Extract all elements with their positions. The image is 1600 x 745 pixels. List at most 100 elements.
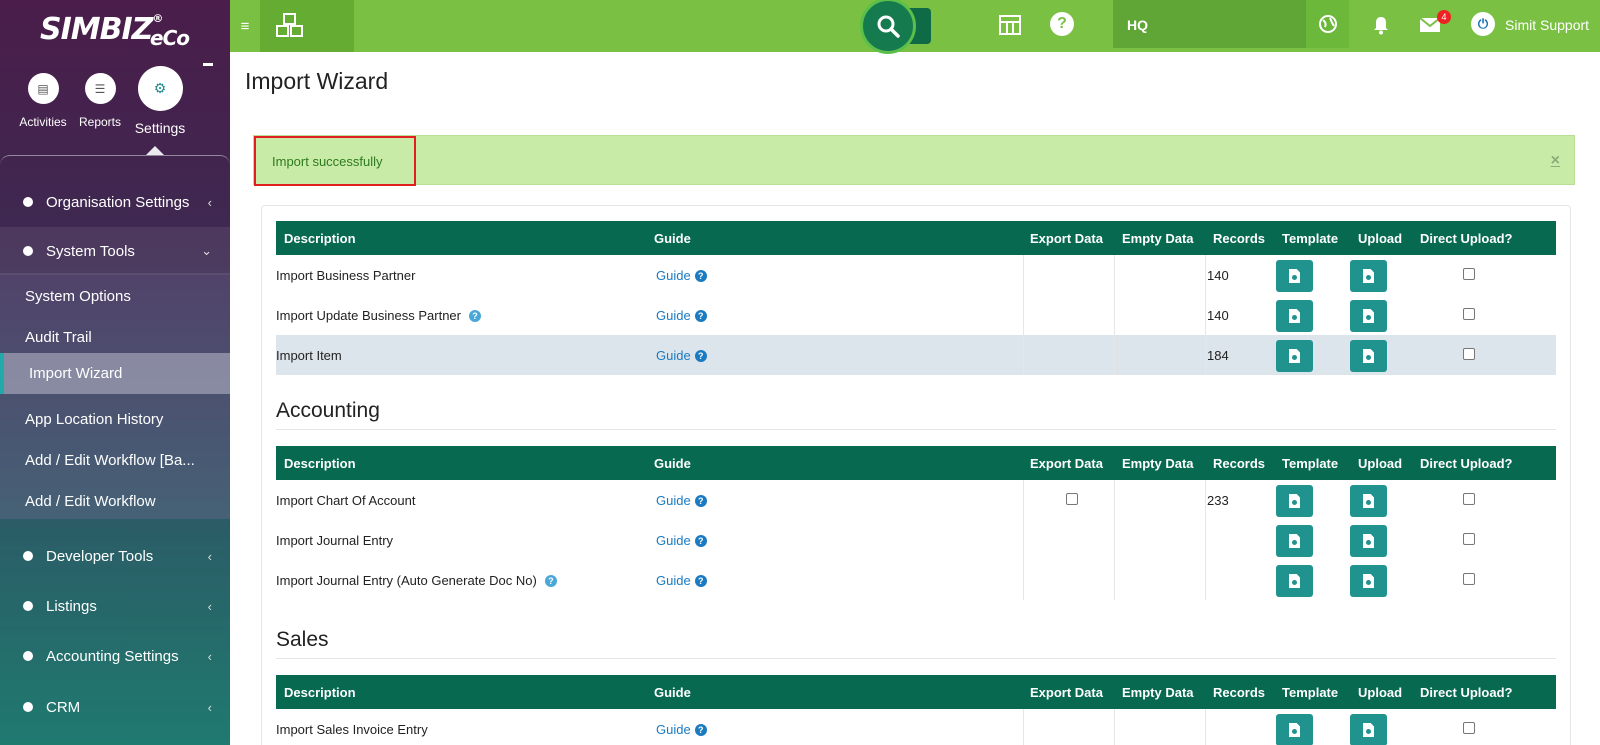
file-template-icon bbox=[1289, 349, 1300, 363]
file-upload-icon bbox=[1363, 269, 1374, 283]
direct-upload-checkbox[interactable] bbox=[1463, 573, 1475, 585]
template-download-button[interactable] bbox=[1276, 260, 1313, 292]
file-upload-icon bbox=[1363, 349, 1374, 363]
guide-link[interactable]: Guide? bbox=[656, 533, 707, 548]
direct-upload-checkbox[interactable] bbox=[1463, 268, 1475, 280]
sidebar-subitem-add-edit-workflow[interactable]: Add / Edit Workflow bbox=[0, 481, 230, 522]
direct-upload-checkbox[interactable] bbox=[1463, 348, 1475, 360]
guide-link[interactable]: Guide? bbox=[656, 348, 707, 363]
sidebar-subitem-audit-trail[interactable]: Audit Trail bbox=[0, 317, 230, 358]
export-data-checkbox[interactable] bbox=[1066, 493, 1078, 505]
chevron-left-icon: ‹ bbox=[207, 598, 212, 614]
sidebar-item-system-tools[interactable]: System Tools ⌄ bbox=[0, 227, 230, 275]
globe-icon[interactable] bbox=[1306, 0, 1349, 48]
sidebar-subitem-system-options[interactable]: System Options bbox=[0, 276, 230, 317]
search-icon[interactable] bbox=[860, 0, 916, 54]
sidebar-item-crm[interactable]: CRM ‹ bbox=[0, 683, 230, 731]
column-header: Direct Upload? bbox=[1420, 456, 1513, 471]
column-header: Export Data bbox=[1030, 456, 1103, 471]
bullet-icon bbox=[23, 702, 33, 712]
row-description: Import Sales Invoice Entry bbox=[276, 722, 428, 737]
guide-link[interactable]: Guide? bbox=[656, 493, 707, 508]
upload-button[interactable] bbox=[1350, 565, 1387, 597]
column-header: Direct Upload? bbox=[1420, 231, 1513, 246]
column-divider bbox=[1114, 295, 1115, 335]
section-title: Sales bbox=[276, 628, 329, 651]
sidebar-item-label: Listings bbox=[46, 597, 97, 615]
import-table: Description Guide Export Data Empty Data Rec… bbox=[276, 675, 1556, 745]
column-divider bbox=[1114, 560, 1115, 600]
template-download-button[interactable] bbox=[1276, 485, 1313, 517]
column-header: Empty Data bbox=[1122, 231, 1194, 246]
template-download-button[interactable] bbox=[1276, 565, 1313, 597]
row-description: Import Journal Entry bbox=[276, 533, 394, 548]
active-module-caret bbox=[146, 146, 164, 155]
upload-button[interactable] bbox=[1350, 525, 1387, 557]
template-download-button[interactable] bbox=[1276, 714, 1313, 745]
sidebar-collapse-button[interactable] bbox=[203, 63, 213, 66]
column-header: Empty Data bbox=[1122, 685, 1194, 700]
direct-upload-checkbox[interactable] bbox=[1463, 493, 1475, 505]
simbiz-logo[interactable]: SIMBIZ® eCo bbox=[40, 12, 190, 50]
sidebar-item-developer-tools[interactable]: Developer Tools ‹ bbox=[0, 532, 230, 580]
sidebar-subitem-app-location-history[interactable]: App Location History bbox=[0, 399, 230, 440]
column-divider bbox=[1205, 709, 1206, 745]
table-row: Import Sales Invoice Entry Guide? bbox=[276, 709, 1556, 745]
power-icon[interactable]: ⏻ bbox=[1471, 12, 1495, 36]
module-label: Reports bbox=[78, 115, 122, 129]
report-icon: ☰ bbox=[84, 73, 116, 104]
location-selector[interactable]: HQ bbox=[1113, 0, 1306, 48]
close-icon[interactable]: × bbox=[1551, 152, 1560, 170]
guide-link[interactable]: Guide? bbox=[656, 268, 707, 283]
bell-icon[interactable] bbox=[1368, 12, 1394, 38]
direct-upload-checkbox[interactable] bbox=[1463, 722, 1475, 734]
guide-link[interactable]: Guide? bbox=[656, 573, 707, 588]
upload-button[interactable] bbox=[1350, 485, 1387, 517]
column-header: Direct Upload? bbox=[1420, 685, 1513, 700]
sidebar-subitem-import-wizard[interactable]: Import Wizard bbox=[0, 353, 230, 394]
upload-button[interactable] bbox=[1350, 714, 1387, 745]
template-download-button[interactable] bbox=[1276, 300, 1313, 332]
sidebar-subitem-add-edit-workflow-ba[interactable]: Add / Edit Workflow [Ba... bbox=[0, 440, 230, 481]
column-header: Export Data bbox=[1030, 685, 1103, 700]
table-row: Import Update Business Partner? Guide? 140 bbox=[276, 295, 1556, 335]
guide-link[interactable]: Guide? bbox=[656, 308, 707, 323]
sidebar-item-listings[interactable]: Listings ‹ bbox=[0, 582, 230, 630]
upload-button[interactable] bbox=[1350, 260, 1387, 292]
column-header: Records bbox=[1213, 685, 1266, 700]
table-header: Description Guide Export Data Empty Data Rec… bbox=[276, 446, 1556, 480]
direct-upload-checkbox[interactable] bbox=[1463, 533, 1475, 545]
mail-badge: 4 bbox=[1437, 10, 1451, 24]
column-divider bbox=[1205, 295, 1206, 335]
column-divider bbox=[1114, 480, 1115, 520]
module-activities[interactable]: ▤ Activities bbox=[18, 73, 68, 129]
template-download-button[interactable] bbox=[1276, 525, 1313, 557]
column-divider bbox=[1023, 560, 1024, 600]
bullet-icon bbox=[23, 246, 33, 256]
cubes-icon[interactable] bbox=[260, 0, 354, 52]
section-title: Accounting bbox=[276, 399, 380, 422]
hamburger-menu-icon[interactable]: ≡ bbox=[230, 0, 260, 52]
module-settings[interactable]: ⚙ Settings bbox=[130, 66, 190, 136]
guide-link[interactable]: Guide? bbox=[656, 722, 707, 737]
help-icon[interactable]: ? bbox=[1050, 12, 1074, 36]
sidebar-item-accounting-settings[interactable]: Accounting Settings ‹ bbox=[0, 632, 230, 680]
bullet-icon bbox=[23, 651, 33, 661]
template-download-button[interactable] bbox=[1276, 340, 1313, 372]
upload-button[interactable] bbox=[1350, 340, 1387, 372]
column-divider bbox=[1114, 335, 1115, 375]
info-icon[interactable]: ? bbox=[468, 310, 481, 322]
upload-button[interactable] bbox=[1350, 300, 1387, 332]
direct-upload-checkbox[interactable] bbox=[1463, 308, 1475, 320]
chevron-left-icon: ‹ bbox=[207, 699, 212, 715]
bullet-icon bbox=[23, 551, 33, 561]
store-icon[interactable] bbox=[997, 12, 1023, 38]
info-icon[interactable]: ? bbox=[544, 575, 557, 587]
user-name[interactable]: Simit Support bbox=[1505, 17, 1589, 33]
records-count: 140 bbox=[1207, 308, 1229, 323]
chevron-down-icon: ⌄ bbox=[201, 243, 212, 258]
help-icon: ? bbox=[694, 724, 707, 736]
sidebar-item-organisation-settings[interactable]: Organisation Settings ‹ bbox=[0, 178, 230, 226]
module-reports[interactable]: ☰ Reports bbox=[75, 73, 125, 129]
column-header: Description bbox=[284, 231, 356, 246]
